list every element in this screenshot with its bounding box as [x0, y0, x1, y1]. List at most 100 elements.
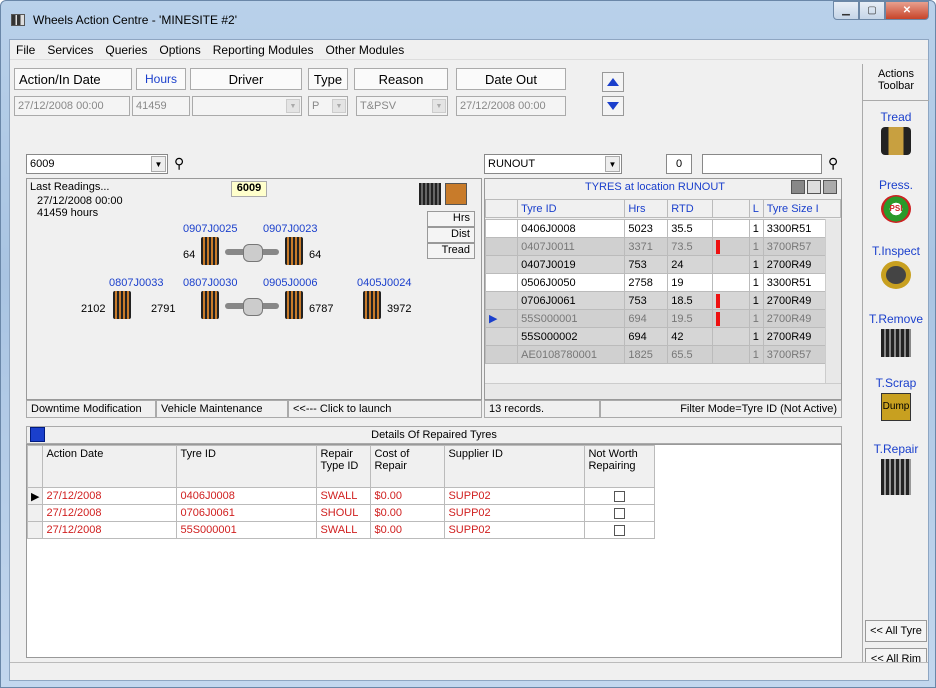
column-header-hrs[interactable]: Hrs	[624, 199, 669, 218]
vehicle-maintenance-link[interactable]: Vehicle Maintenance	[156, 400, 288, 418]
date-out-field[interactable]: 27/12/2008 00:00	[456, 96, 566, 116]
inspect-tool[interactable]: T.Inspect	[863, 244, 929, 289]
chevron-down-icon[interactable]: ▼	[432, 99, 446, 113]
menu-services[interactable]: Services	[47, 43, 93, 57]
table-row[interactable]: 0506J0050 2758 19 1 3300R51	[485, 273, 841, 292]
table-row[interactable]: 0407J0019 753 24 1 2700R49	[485, 255, 841, 274]
reason-field[interactable]: T&PSV ▼	[356, 96, 448, 116]
menu-reporting-modules[interactable]: Reporting Modules	[213, 43, 314, 57]
column-header-action-date[interactable]: Action Date	[42, 445, 178, 488]
vehicle-combo[interactable]: 6009 ▼	[26, 154, 168, 174]
tyre-id-label[interactable]: 0405J0024	[357, 277, 411, 289]
column-header-tyre-id[interactable]: Tyre ID	[176, 445, 318, 488]
grid-option-icon[interactable]	[823, 180, 837, 194]
save-icon[interactable]	[30, 427, 45, 442]
column-header-not-worth[interactable]: Not Worth Repairing	[584, 445, 656, 488]
row-selector[interactable]	[485, 255, 519, 274]
row-selector[interactable]	[485, 327, 519, 346]
minimize-button[interactable]: ▁	[833, 1, 859, 20]
grid-option-icon[interactable]	[791, 180, 805, 194]
tyre-id-label[interactable]: 0807J0030	[183, 277, 237, 289]
table-row[interactable]: 27/12/2008 0706J0061 SHOUL $0.00 SUPP02	[27, 504, 656, 522]
not-worth-cell[interactable]	[584, 521, 656, 539]
column-header-cost[interactable]: Cost of Repair	[370, 445, 446, 488]
column-header-tyre-size[interactable]: Tyre Size I	[762, 199, 841, 218]
tyre-icon[interactable]	[201, 237, 219, 265]
tyre-icon[interactable]	[363, 291, 381, 319]
close-button[interactable]: ✕	[885, 1, 929, 20]
table-row[interactable]: ▶ 27/12/2008 0406J0008 SWALL $0.00 SUPP02	[27, 487, 656, 505]
menu-other-modules[interactable]: Other Modules	[325, 43, 404, 57]
chevron-down-icon[interactable]: ▼	[151, 156, 166, 172]
table-row[interactable]: 0706J0061 753 18.5 1 2700R49	[485, 291, 841, 310]
table-row[interactable]: 0407J0011 3371 73.5 1 3700R57	[485, 237, 841, 256]
hrs-button[interactable]: Hrs	[427, 211, 475, 227]
scrap-tool[interactable]: T.Scrap Dump	[863, 376, 929, 421]
column-header-tyre-id[interactable]: Tyre ID	[517, 199, 626, 218]
type-field[interactable]: P ▼	[308, 96, 348, 116]
maximize-button[interactable]: ▢	[859, 1, 885, 20]
not-worth-cell[interactable]	[584, 487, 656, 505]
row-selector[interactable]: ▶	[485, 309, 519, 328]
tyre-icon[interactable]	[113, 291, 131, 319]
row-selector[interactable]	[485, 345, 519, 364]
tyre-icon[interactable]	[201, 291, 219, 319]
tyre-id-label[interactable]: 0907J0023	[263, 223, 317, 235]
tyre-id-label[interactable]: 0907J0025	[183, 223, 237, 235]
not-worth-checkbox[interactable]	[614, 490, 626, 502]
menu-options[interactable]: Options	[159, 43, 200, 57]
tread-button[interactable]: Tread	[427, 243, 475, 259]
menu-queries[interactable]: Queries	[105, 43, 147, 57]
binoculars-icon[interactable]: ⚲	[174, 155, 184, 172]
tyre-icon[interactable]	[285, 237, 303, 265]
grid-option-icon[interactable]	[807, 180, 821, 194]
driver-field[interactable]: ▼	[192, 96, 302, 116]
vertical-scrollbar[interactable]	[825, 219, 841, 383]
row-selector[interactable]	[485, 273, 519, 292]
horizontal-scrollbar[interactable]	[485, 383, 841, 399]
action-date-field[interactable]: 27/12/2008 00:00	[14, 96, 130, 116]
hours-field[interactable]: 41459	[132, 96, 190, 116]
previous-record-button[interactable]	[602, 72, 624, 92]
not-worth-checkbox[interactable]	[614, 524, 626, 536]
table-row[interactable]: 55S000002 694 42 1 2700R49	[485, 327, 841, 346]
chevron-down-icon[interactable]: ▼	[286, 99, 300, 113]
tyre-id-label[interactable]: 0807J0033	[109, 277, 163, 289]
column-header-rtd[interactable]: RTD	[667, 199, 714, 218]
column-header-repair-type[interactable]: Repair Type ID	[316, 445, 372, 488]
row-selector[interactable]	[485, 291, 519, 310]
chevron-down-icon[interactable]: ▼	[605, 156, 620, 172]
binoculars-icon[interactable]: ⚲	[828, 155, 838, 172]
pressure-tool[interactable]: Press. PSI	[863, 178, 929, 223]
repair-tool[interactable]: T.Repair	[863, 442, 929, 495]
table-row[interactable]: 0406J0008 5023 35.5 1 3300R51	[485, 219, 841, 238]
row-selector[interactable]	[27, 521, 44, 539]
not-worth-cell[interactable]	[584, 504, 656, 522]
row-selector[interactable]: ▶	[27, 487, 44, 505]
count-button[interactable]: 0	[666, 154, 692, 174]
table-row[interactable]: ▶ 55S000001 694 19.5 1 2700R49	[485, 309, 841, 328]
hours-header-button[interactable]: Hours	[136, 68, 186, 90]
dist-button[interactable]: Dist	[427, 227, 475, 243]
rim-view-icon[interactable]	[445, 183, 467, 205]
row-selector[interactable]	[485, 219, 519, 238]
tyre-id-label[interactable]: 0905J0006	[263, 277, 317, 289]
menu-file[interactable]: File	[16, 43, 35, 57]
row-selector[interactable]	[27, 504, 44, 522]
table-row[interactable]: 27/12/2008 55S000001 SWALL $0.00 SUPP02	[27, 521, 656, 539]
tyre-search-input[interactable]	[702, 154, 822, 174]
tyre-view-icon[interactable]	[419, 183, 441, 205]
column-header-supplier[interactable]: Supplier ID	[444, 445, 586, 488]
column-header-l[interactable]: L	[748, 199, 764, 218]
next-record-button[interactable]	[602, 96, 624, 116]
row-selector[interactable]	[485, 237, 519, 256]
not-worth-checkbox[interactable]	[614, 507, 626, 519]
chevron-down-icon[interactable]: ▼	[332, 99, 346, 113]
remove-tool[interactable]: T.Remove	[863, 312, 929, 357]
tyre-icon[interactable]	[285, 291, 303, 319]
location-combo[interactable]: RUNOUT ▼	[484, 154, 622, 174]
tread-tool[interactable]: Tread	[863, 110, 929, 155]
table-row[interactable]: AE0108780001 1825 65.5 1 3700R57	[485, 345, 841, 364]
downtime-modification-link[interactable]: Downtime Modification	[26, 400, 156, 418]
all-tyre-button[interactable]: << All Tyre	[865, 620, 927, 642]
